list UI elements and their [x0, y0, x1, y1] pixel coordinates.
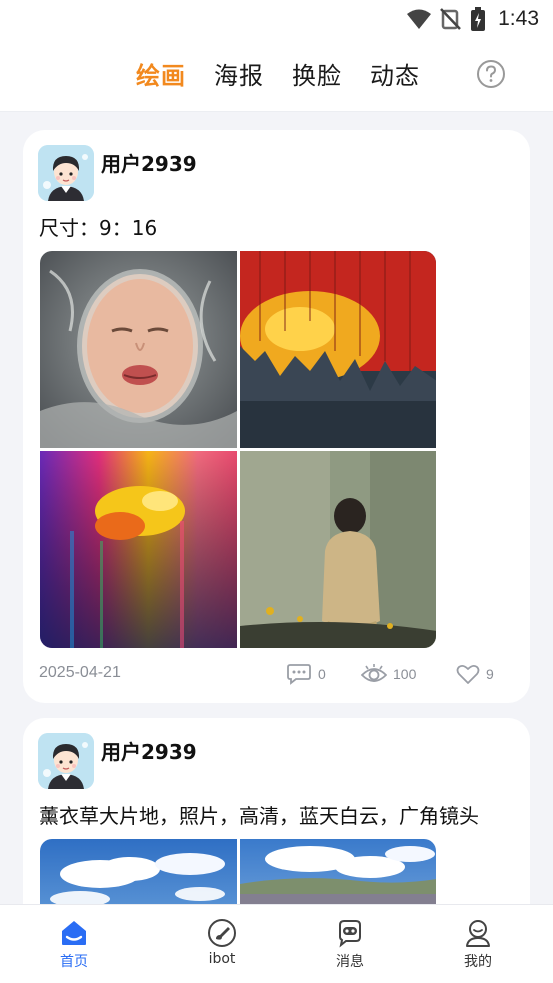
nav-ibot-label: ibot	[208, 951, 236, 967]
bottom-nav: 首页 ibot 消息 我的	[0, 904, 553, 983]
post-image-rainbow-paint[interactable]	[40, 451, 237, 648]
avatar[interactable]	[38, 145, 94, 201]
like-button[interactable]: 9	[456, 663, 494, 685]
nav-ibot[interactable]: ibot	[182, 917, 262, 967]
comment-button[interactable]: 0	[286, 663, 326, 685]
nav-messages-label: 消息	[336, 954, 364, 970]
home-icon	[62, 921, 86, 945]
nav-messages[interactable]: 消息	[310, 917, 390, 971]
brush-icon	[208, 919, 236, 947]
tab-feed[interactable]: 动态	[370, 56, 420, 91]
post-date: 2025-04-21	[39, 664, 121, 681]
nav-me-label: 我的	[464, 954, 492, 970]
post-image-lavender-sky[interactable]	[240, 839, 436, 904]
post-image-red-yellow-wall[interactable]	[240, 251, 436, 448]
tab-face-swap[interactable]: 换脸	[292, 56, 342, 91]
top-nav: 绘画 海报 换脸 动态	[0, 38, 553, 112]
user-icon	[466, 920, 490, 947]
nav-me[interactable]: 我的	[438, 917, 518, 971]
battery-charging-icon	[471, 7, 486, 31]
status-time: 1:43	[498, 7, 539, 30]
post-image-blue-sky[interactable]	[40, 839, 237, 904]
post-username[interactable]: 用户2939	[101, 736, 197, 765]
tab-poster[interactable]: 海报	[214, 56, 264, 91]
post-footer: 2025-04-21 0 100 9	[39, 663, 514, 687]
post-caption: 薰衣草大片地，照片，高清，蓝天白云，广角镜头	[39, 804, 479, 828]
comment-icon	[287, 664, 311, 685]
eye-icon	[361, 664, 387, 682]
post-card[interactable]: 用户2939 尺寸：9：16 2025-04-21 0 100 9	[23, 130, 530, 703]
feed[interactable]: 用户2939 尺寸：9：16 2025-04-21 0 100 9 用户2939…	[0, 112, 553, 904]
help-icon[interactable]	[476, 59, 506, 89]
tab-painting[interactable]: 绘画	[136, 56, 186, 91]
post-image-woman-back[interactable]	[240, 451, 436, 648]
nav-home[interactable]: 首页	[34, 917, 114, 971]
heart-icon	[456, 664, 480, 684]
post-card[interactable]: 用户2939 薰衣草大片地，照片，高清，蓝天白云，广角镜头	[23, 718, 530, 904]
post-image-grid	[40, 839, 436, 904]
avatar[interactable]	[38, 733, 94, 789]
no-signal-icon	[440, 8, 462, 30]
nav-home-label: 首页	[60, 954, 88, 970]
post-username[interactable]: 用户2939	[101, 148, 197, 177]
comment-count: 0	[318, 666, 326, 682]
post-image-grid	[40, 251, 436, 648]
view-count: 100	[393, 666, 417, 682]
post-caption: 尺寸：9：16	[39, 216, 158, 240]
wifi-icon	[407, 9, 432, 29]
status-bar: 1:43	[0, 0, 553, 38]
like-count: 9	[486, 666, 494, 682]
nav-tabs: 绘画 海报 换脸 动态	[136, 56, 420, 91]
robot-chat-icon	[339, 920, 361, 948]
status-icons: 1:43	[406, 6, 539, 32]
view-stat: 100	[361, 663, 416, 685]
post-image-woman-face[interactable]	[40, 251, 237, 448]
